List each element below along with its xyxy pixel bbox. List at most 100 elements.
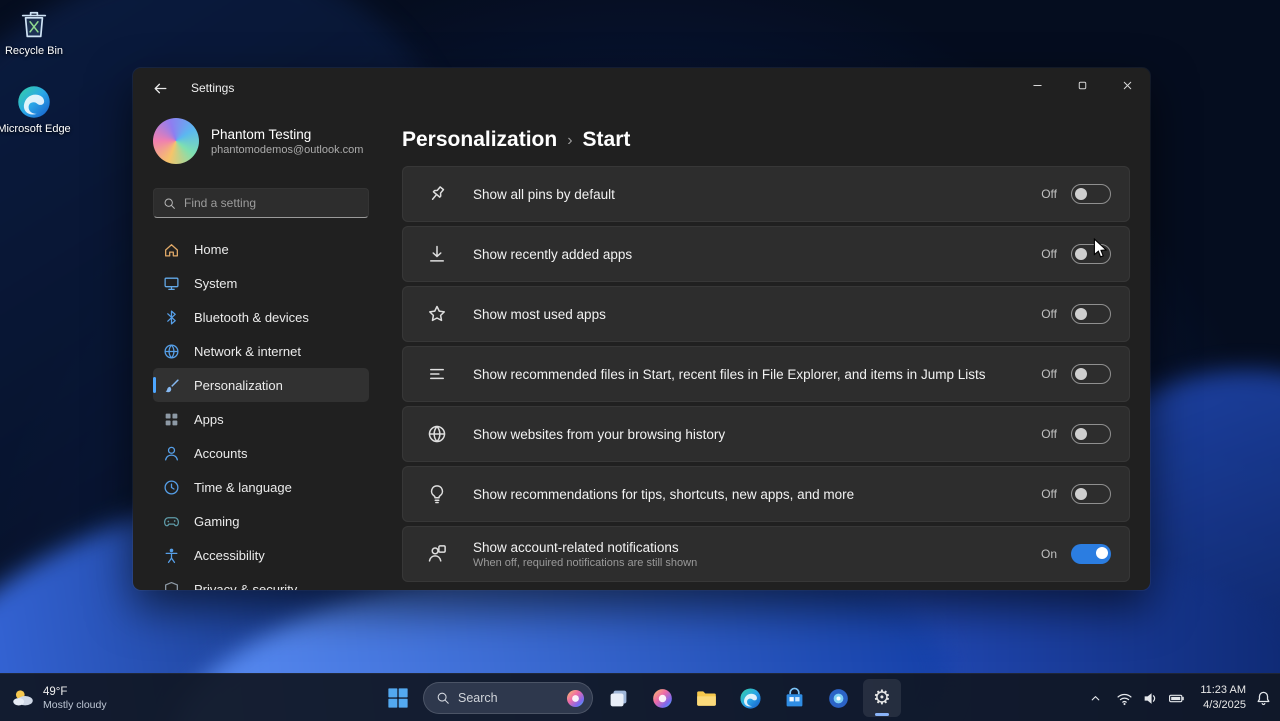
taskbar-search[interactable]: Search — [423, 682, 593, 714]
breadcrumb-start: Start — [583, 128, 631, 152]
taskbar-app-file-explorer[interactable] — [687, 679, 725, 717]
sidebar-item-label: Gaming — [194, 514, 240, 529]
back-arrow-icon — [152, 80, 169, 97]
search-icon — [163, 197, 176, 210]
star-icon — [427, 304, 447, 324]
toggle-switch[interactable] — [1071, 544, 1111, 564]
taskbar-app-store[interactable] — [775, 679, 813, 717]
globe-icon — [427, 424, 447, 444]
home-icon — [163, 241, 180, 258]
sidebar-item-apps[interactable]: Apps — [153, 402, 369, 436]
weather-widget[interactable]: 49°F Mostly cloudy — [10, 674, 107, 721]
toggle-knob — [1075, 308, 1087, 320]
find-a-setting-search[interactable] — [153, 188, 369, 218]
sidebar-item-label: Network & internet — [194, 344, 301, 359]
clock-date: 4/3/2025 — [1200, 698, 1246, 713]
sidebar-item-privacy-security[interactable]: Privacy & security — [153, 572, 369, 590]
search-input[interactable] — [184, 196, 359, 210]
wifi-icon[interactable] — [1116, 690, 1133, 707]
battery-icon[interactable] — [1168, 690, 1185, 707]
network-icon — [163, 343, 180, 360]
setting-row: Show recommendations for tips, shortcuts… — [402, 466, 1130, 522]
weather-temp: 49°F — [43, 686, 107, 698]
sidebar: Phantom Testing phantomodemos@outlook.co… — [133, 108, 383, 590]
sidebar-item-label: Apps — [194, 412, 224, 427]
close-icon — [1121, 79, 1134, 92]
chevron-up-icon[interactable] — [1088, 691, 1103, 706]
setting-text: Show recommended files in Start, recent … — [473, 367, 1041, 382]
edge-icon — [739, 687, 762, 710]
sidebar-item-time-language[interactable]: Time & language — [153, 470, 369, 504]
setting-label: Show recommended files in Start, recent … — [473, 367, 1041, 382]
store-icon — [783, 687, 806, 710]
setting-row: Show websites from your browsing history… — [402, 406, 1130, 462]
selected-accent-pill — [153, 377, 156, 393]
setting-text: Show recommendations for tips, shortcuts… — [473, 487, 1041, 502]
copilot-icon — [565, 688, 586, 709]
toggle-state-label: Off — [1041, 427, 1057, 441]
toggle-switch[interactable] — [1071, 364, 1111, 384]
sidebar-item-label: Home — [194, 242, 229, 257]
sidebar-item-bluetooth-devices[interactable]: Bluetooth & devices — [153, 300, 369, 334]
sidebar-item-home[interactable]: Home — [153, 232, 369, 266]
desktop-icon-recycle-bin[interactable]: Recycle Bin — [0, 6, 74, 58]
breadcrumb-personalization[interactable]: Personalization — [402, 128, 557, 152]
bell-icon[interactable] — [1255, 690, 1272, 707]
setting-text: Show websites from your browsing history — [473, 427, 1041, 442]
maximize-button[interactable] — [1060, 68, 1105, 102]
close-button[interactable] — [1105, 68, 1150, 102]
taskbar-app-photos[interactable] — [819, 679, 857, 717]
setting-text: Show most used apps — [473, 307, 1041, 322]
taskbar-app-edge[interactable] — [731, 679, 769, 717]
breadcrumb-separator-icon: › — [567, 130, 572, 150]
maximize-icon — [1076, 79, 1089, 92]
setting-text: Show recently added apps — [473, 247, 1041, 262]
windows-start-icon — [387, 687, 409, 709]
clock-time: 11:23 AM — [1200, 683, 1246, 698]
setting-text: Show all pins by default — [473, 187, 1041, 202]
taskbar-clock[interactable]: 11:23 AM 4/3/2025 — [1200, 683, 1246, 713]
search-icon — [436, 691, 450, 705]
toggle-switch[interactable] — [1071, 304, 1111, 324]
toggle-knob — [1075, 428, 1087, 440]
taskbar-app-task-view[interactable] — [599, 679, 637, 717]
settings-list: Show all pins by default Off Show recently… — [402, 166, 1130, 582]
tray-icons — [1116, 690, 1185, 707]
setting-row: Show most used appsOff — [402, 286, 1130, 342]
copilot-icon — [651, 687, 674, 710]
mouse-cursor — [1090, 238, 1112, 260]
download-icon — [427, 244, 447, 264]
sidebar-item-label: Accessibility — [194, 548, 265, 563]
toggle-switch[interactable] — [1071, 484, 1111, 504]
sidebar-item-label: Accounts — [194, 446, 247, 461]
sidebar-item-network-internet[interactable]: Network & internet — [153, 334, 369, 368]
taskbar-app-settings[interactable]: ⚙ — [863, 679, 901, 717]
minimize-button[interactable] — [1015, 68, 1060, 102]
sidebar-item-accessibility[interactable]: Accessibility — [153, 538, 369, 572]
taskbar-app-copilot[interactable] — [643, 679, 681, 717]
sidebar-item-system[interactable]: System — [153, 266, 369, 300]
desktop-icon-microsoft-edge[interactable]: Microsoft Edge — [0, 84, 74, 136]
taskbar: 49°F Mostly cloudy Search ⚙ 11:23 AM 4/3… — [0, 673, 1280, 721]
volume-icon[interactable] — [1142, 690, 1159, 707]
start-button[interactable] — [379, 679, 417, 717]
user-profile[interactable]: Phantom Testing phantomodemos@outlook.co… — [153, 116, 369, 166]
sidebar-item-gaming[interactable]: Gaming — [153, 504, 369, 538]
sidebar-item-personalization[interactable]: Personalization — [153, 368, 369, 402]
toggle-state-label: Off — [1041, 487, 1057, 501]
window-title: Settings — [191, 81, 234, 95]
setting-label: Show all pins by default — [473, 187, 1041, 202]
photos-icon — [827, 687, 850, 710]
accounts-icon — [163, 445, 180, 462]
toggle-switch[interactable] — [1071, 184, 1111, 204]
desktop-icon-label: Microsoft Edge — [0, 123, 71, 136]
setting-label: Show most used apps — [473, 307, 1041, 322]
weather-text: 49°F Mostly cloudy — [43, 686, 107, 711]
sidebar-item-label: System — [194, 276, 237, 291]
toggle-switch[interactable] — [1071, 424, 1111, 444]
back-button[interactable] — [143, 73, 177, 103]
setting-row: Show recommended files in Start, recent … — [402, 346, 1130, 402]
sidebar-item-accounts[interactable]: Accounts — [153, 436, 369, 470]
weather-condition: Mostly cloudy — [43, 699, 107, 711]
main-content: Personalization › Start Show all pins by… — [383, 108, 1150, 590]
